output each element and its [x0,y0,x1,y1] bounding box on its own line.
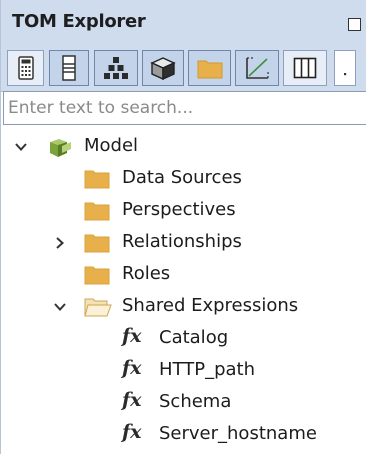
tree-node-expression-catalog[interactable]: fx Catalog [1,324,366,354]
tree-node-relationships[interactable]: Relationships [1,228,366,258]
tree-node-label: Catalog [159,327,229,348]
tree-node-data-sources[interactable]: Data Sources [1,164,366,194]
calculator-icon [17,56,34,80]
chevron-down-icon[interactable] [53,300,67,314]
model-icon [50,139,71,157]
columns-button[interactable] [283,50,327,86]
calculator-button[interactable] [7,50,44,86]
cube-button[interactable] [142,50,184,86]
tree-node-expression-http-path[interactable]: fx HTTP_path [1,356,366,386]
tree-node-shared-expressions[interactable]: Shared Expressions [1,292,366,322]
measure-chart-button[interactable] [235,50,279,86]
folder-icon [197,60,222,79]
hierarchy-button[interactable] [94,50,138,86]
open-folder-icon [84,298,112,317]
column-list-icon [62,55,76,81]
search-input[interactable] [8,94,360,121]
tom-explorer-panel: TOM Explorer Enter text to search... Mod… [0,0,366,454]
more-icon [344,73,347,76]
measure-chart-icon [246,57,269,79]
folder-icon [84,234,110,253]
panel-titlebar: TOM Explorer [1,0,366,42]
tree-node-label: Schema [159,391,232,412]
function-icon: fx [122,421,142,443]
search-box[interactable] [3,91,366,125]
tree-node-expression-server-hostname[interactable]: fx Server_hostname [1,420,366,450]
chevron-down-icon[interactable] [14,140,28,154]
tree-node-label: Roles [122,263,171,284]
tree-node-label: HTTP_path [159,359,255,380]
folder-button[interactable] [188,50,231,86]
tree-node-label: Server_hostname [159,423,317,444]
tree-node-model[interactable]: Model [1,132,366,162]
tree-node-label: Model [84,135,139,156]
more-button[interactable] [334,50,356,86]
cube-icon [150,57,176,80]
function-icon: fx [122,325,142,347]
tree-node-label: Perspectives [122,199,236,220]
maximize-icon[interactable] [348,18,361,31]
tree-node-label: Shared Expressions [122,295,299,316]
chevron-right-icon[interactable] [53,236,67,250]
tree-node-expression-schema[interactable]: fx Schema [1,388,366,418]
function-icon: fx [122,357,142,379]
panel-title: TOM Explorer [12,11,146,32]
columns-icon [293,57,317,79]
column-list-button[interactable] [49,50,89,86]
folder-icon [84,202,110,221]
model-tree: Model Data Sources Perspectives Relation… [1,128,366,454]
tree-node-roles[interactable]: Roles [1,260,366,290]
hierarchy-icon [104,57,128,79]
tree-node-label: Data Sources [122,167,242,188]
function-icon: fx [122,389,142,411]
tree-node-label: Relationships [122,231,242,252]
folder-icon [84,266,110,285]
folder-icon [84,170,110,189]
tree-node-perspectives[interactable]: Perspectives [1,196,366,226]
